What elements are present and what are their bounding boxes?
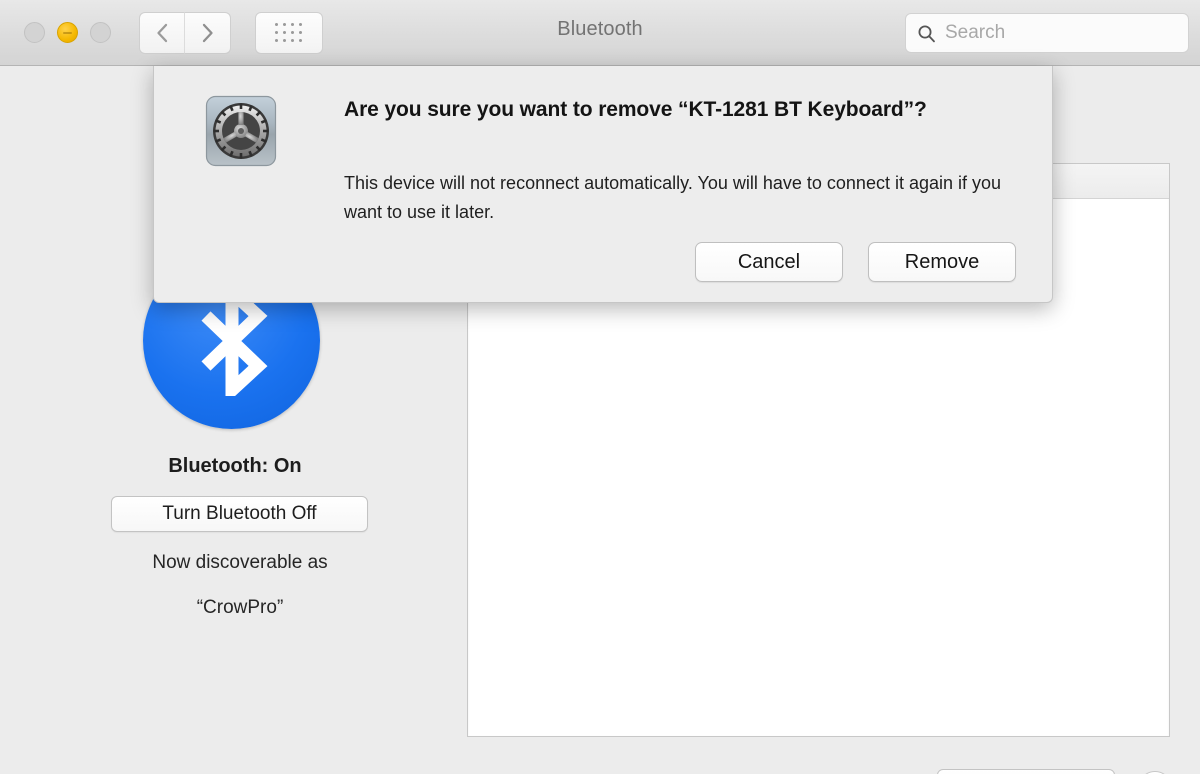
bluetooth-preferences-window: Bluetooth Search Bluetooth: On Turn Blue… (0, 0, 1200, 774)
turn-bluetooth-off-button[interactable]: Turn Bluetooth Off (111, 496, 368, 532)
dialog-button-row: Cancel Remove (695, 242, 1016, 282)
advanced-button[interactable]: Advanced… (937, 769, 1115, 774)
dialog-message: This device will not reconnect automatic… (344, 173, 1002, 222)
dialog-title: Are you sure you want to remove “KT-1281… (344, 98, 927, 121)
window-titlebar: Bluetooth Search (0, 0, 1200, 66)
discoverable-device-name: “CrowPro” (196, 597, 284, 618)
bluetooth-status-label: Bluetooth: On (168, 455, 302, 477)
discoverable-label: Now discoverable as (152, 552, 328, 573)
remove-button[interactable]: Remove (868, 242, 1016, 282)
cancel-button[interactable]: Cancel (695, 242, 843, 282)
search-placeholder: Search (945, 22, 1006, 43)
search-field[interactable]: Search (905, 13, 1189, 53)
system-preferences-gear-icon (205, 95, 277, 167)
search-icon (918, 25, 935, 42)
remove-device-confirmation-dialog: Are you sure you want to remove “KT-1281… (153, 66, 1053, 303)
